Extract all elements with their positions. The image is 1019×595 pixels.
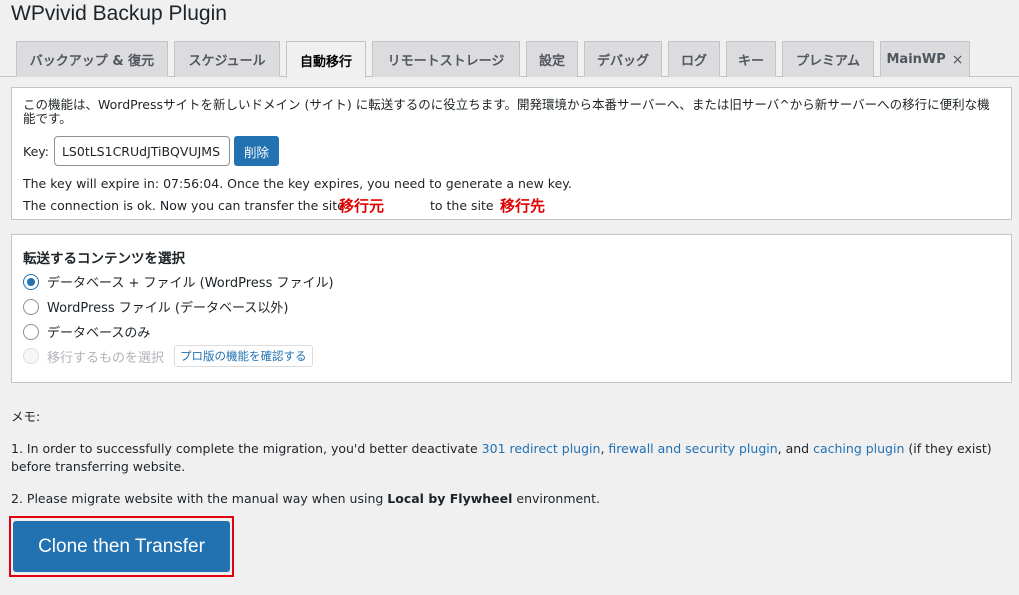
tab-label: ログ xyxy=(680,54,707,69)
radio-wp-files[interactable] xyxy=(23,298,39,315)
tab-log[interactable]: ログ xyxy=(668,41,720,77)
tab-label: MainWP xyxy=(886,52,946,67)
radio-db-and-files[interactable] xyxy=(23,273,39,290)
link-301-redirect-plugin[interactable]: 301 redirect plugin xyxy=(482,441,601,456)
tab-premium[interactable]: プレミアム xyxy=(782,41,874,77)
note-text: 1. In order to successfully complete the… xyxy=(11,441,482,456)
tab-backup-restore[interactable]: バックアップ & 復元 xyxy=(16,41,168,77)
option-custom-select: 移行するものを選択 プロ版の機能を確認する xyxy=(23,345,313,367)
tab-label: プレミアム xyxy=(795,54,861,69)
tab-label: 設定 xyxy=(538,54,565,69)
pro-features-button[interactable]: プロ版の機能を確認する xyxy=(174,345,313,367)
tab-debug[interactable]: デバッグ xyxy=(584,41,662,77)
tab-label: デバッグ xyxy=(596,54,649,69)
delete-key-button[interactable]: 削除 xyxy=(233,136,279,166)
close-icon[interactable]: × xyxy=(952,52,964,68)
clone-highlight-box: Clone then Transfer xyxy=(9,516,234,577)
tab-remote-storage[interactable]: リモートストレージ xyxy=(372,41,520,77)
content-select-title: 転送するコンテンツを選択 xyxy=(23,251,185,267)
feature-description: この機能は、WordPressサイトを新しいドメイン (サイト) に転送するのに… xyxy=(23,97,990,126)
source-site-label: 移行元 xyxy=(339,197,385,215)
note-text: environment. xyxy=(512,491,600,506)
key-value: LS0tLS1CRUdJTiBQVUJMS xyxy=(61,143,221,159)
tab-schedule[interactable]: スケジュール xyxy=(174,41,280,77)
note-text: 2. Please migrate website with the manua… xyxy=(11,491,388,506)
link-firewall-security-plugin[interactable]: firewall and security plugin xyxy=(608,441,777,456)
option-label: データベース + ファイル (WordPress ファイル) xyxy=(47,276,334,291)
connection-text-a: The connection is ok. Now you can transf… xyxy=(23,198,345,213)
notes-heading: メモ: xyxy=(11,409,41,424)
option-label: データベースのみ xyxy=(47,326,151,341)
clone-then-transfer-button[interactable]: Clone then Transfer xyxy=(13,521,230,572)
key-input[interactable]: LS0tLS1CRUdJTiBQVUJMS xyxy=(53,136,230,166)
link-caching-plugin[interactable]: caching plugin xyxy=(813,441,904,456)
tab-key[interactable]: キー xyxy=(726,41,776,77)
note-text: , and xyxy=(777,441,814,456)
note-bold: Local by Flywheel xyxy=(387,491,513,506)
tab-auto-migration[interactable]: 自動移行 xyxy=(286,41,366,78)
radio-custom-select xyxy=(23,348,39,364)
tab-label: キー xyxy=(737,54,764,69)
option-wp-files[interactable]: WordPress ファイル (データベース以外) xyxy=(23,297,288,316)
option-label: 移行するものを選択 xyxy=(47,350,165,366)
note-1: 1. In order to successfully complete the… xyxy=(11,440,1011,476)
tab-label: リモートストレージ xyxy=(387,54,505,69)
connection-status: The connection is ok. Now you can transf… xyxy=(23,197,583,218)
content-select-panel: 転送するコンテンツを選択 データベース + ファイル (WordPress ファ… xyxy=(11,234,1012,383)
tab-bar: バックアップ & 復元 スケジュール 自動移行 リモートストレージ 設定 デバッ… xyxy=(0,41,1019,78)
transfer-key-panel: この機能は、WordPressサイトを新しいドメイン (サイト) に転送するのに… xyxy=(11,87,1012,220)
radio-db-only[interactable] xyxy=(23,323,39,340)
key-expire-text: The key will expire in: 07:56:04. Once t… xyxy=(23,176,572,191)
key-row: Key: LS0tLS1CRUdJTiBQVUJMS 削除 xyxy=(23,136,279,166)
tab-label: スケジュール xyxy=(188,54,266,69)
tab-label: 自動移行 xyxy=(299,54,352,70)
note-2: 2. Please migrate website with the manua… xyxy=(11,491,600,506)
tab-settings[interactable]: 設定 xyxy=(526,41,578,77)
tab-label: バックアップ & 復元 xyxy=(29,54,155,69)
option-label: WordPress ファイル (データベース以外) xyxy=(47,301,289,316)
connection-text-b: to the site xyxy=(430,198,494,213)
page-title: WPvivid Backup Plugin xyxy=(11,2,227,25)
tab-mainwp[interactable]: MainWP × xyxy=(880,41,970,77)
option-db-only[interactable]: データベースのみ xyxy=(23,322,150,341)
key-label: Key: xyxy=(23,143,49,159)
option-db-and-files[interactable]: データベース + ファイル (WordPress ファイル) xyxy=(23,272,334,291)
destination-site-label: 移行先 xyxy=(500,197,546,215)
